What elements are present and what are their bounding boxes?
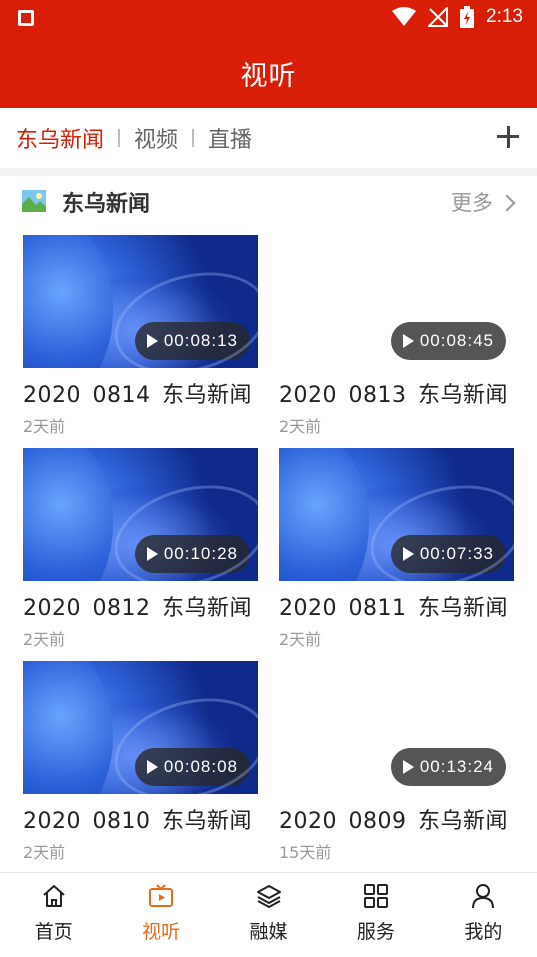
nav-media[interactable]: 融媒 [215,873,322,957]
video-thumbnail[interactable]: 00:08:13 [23,235,258,368]
home-icon [43,885,65,907]
play-icon [146,547,158,561]
status-bar: 2:13 [0,0,537,38]
nav-label: 服务 [356,921,395,943]
grid-icon [363,884,388,908]
layers-icon [256,885,281,909]
tab-video[interactable]: 视频 [134,122,178,154]
video-card[interactable]: 00:07:33 2020 0811 东乌新闻 2天前 [279,448,514,650]
section-divider [0,168,537,176]
app-header: 视听 [0,38,537,108]
duration-badge: 00:13:24 [390,748,506,786]
nav-label: 首页 [34,921,73,943]
nav-label: 我的 [464,921,503,943]
bottom-nav: 首页 视听 融媒 服务 我的 [0,872,537,957]
play-icon [402,547,414,561]
video-time-ago: 2天前 [279,417,322,436]
video-title[interactable]: 2020 0809 东乌新闻 [279,803,514,835]
nav-label: 视听 [142,921,181,943]
status-time: 2:13 [486,6,523,27]
duration-text: 00:07:33 [419,544,494,563]
more-link[interactable]: 更多 [451,187,516,217]
video-thumbnail[interactable]: 00:13:24 [279,661,514,794]
page-title: 视听 [240,60,297,92]
video-card[interactable]: 00:13:24 2020 0809 东乌新闻 15天前 [279,661,514,863]
nav-home[interactable]: 首页 [0,873,107,957]
tab-divider [192,129,195,147]
nav-label: 融媒 [249,921,288,943]
duration-badge: 00:08:45 [390,322,506,360]
video-thumbnail[interactable]: 00:10:28 [23,448,258,581]
nav-services[interactable]: 服务 [322,873,429,957]
video-time-ago: 15天前 [279,843,332,862]
category-tabs: 东乌新闻 视频 直播 [0,108,537,168]
tab-live[interactable]: 直播 [208,122,252,154]
duration-text: 00:08:13 [163,331,238,350]
play-icon [146,760,158,774]
play-icon [146,334,158,348]
duration-text: 00:13:24 [419,757,494,776]
video-title[interactable]: 2020 0811 东乌新闻 [279,590,514,622]
video-title[interactable]: 2020 0814 东乌新闻 [23,377,258,409]
add-icon[interactable] [495,124,521,150]
video-time-ago: 2天前 [279,630,322,649]
app-notification-icon [18,10,34,26]
duration-text: 00:08:08 [163,757,238,776]
battery-charging-icon [460,6,475,28]
duration-text: 00:08:45 [419,331,494,350]
duration-text: 00:10:28 [163,544,238,563]
duration-badge: 00:07:33 [390,535,506,573]
nav-profile[interactable]: 我的 [430,873,537,957]
user-icon [472,884,495,909]
video-card[interactable]: 00:08:45 2020 0813 东乌新闻 2天前 [279,235,514,437]
section-title: 东乌新闻 [62,192,151,217]
video-title[interactable]: 2020 0812 东乌新闻 [23,590,258,622]
duration-badge: 00:08:13 [134,322,250,360]
tab-divider [118,129,121,147]
video-time-ago: 2天前 [23,630,66,649]
video-card[interactable]: 00:08:08 2020 0810 东乌新闻 2天前 [23,661,258,863]
video-thumbnail[interactable]: 00:07:33 [279,448,514,581]
nav-audiovisual[interactable]: 视听 [107,873,214,957]
duration-badge: 00:10:28 [134,535,250,573]
video-thumbnail[interactable]: 00:08:45 [279,235,514,368]
video-title[interactable]: 2020 0810 东乌新闻 [23,803,258,835]
status-icons: 2:13 [392,6,523,28]
more-label: 更多 [451,191,493,215]
video-card[interactable]: 00:08:13 2020 0814 东乌新闻 2天前 [23,235,258,437]
wifi-icon [392,7,417,26]
chevron-right-icon [498,194,516,211]
duration-badge: 00:08:08 [134,748,250,786]
video-time-ago: 2天前 [23,417,66,436]
image-icon [22,190,46,212]
video-card[interactable]: 00:10:28 2020 0812 东乌新闻 2天前 [23,448,258,650]
tab-dongwu-news[interactable]: 东乌新闻 [16,122,104,154]
no-signal-icon [428,7,449,27]
play-icon [402,334,414,348]
play-icon [402,760,414,774]
tv-icon [149,884,174,907]
video-thumbnail[interactable]: 00:08:08 [23,661,258,794]
section-header: 东乌新闻 更多 [0,176,537,228]
video-time-ago: 2天前 [23,843,66,862]
video-title[interactable]: 2020 0813 东乌新闻 [279,377,514,409]
